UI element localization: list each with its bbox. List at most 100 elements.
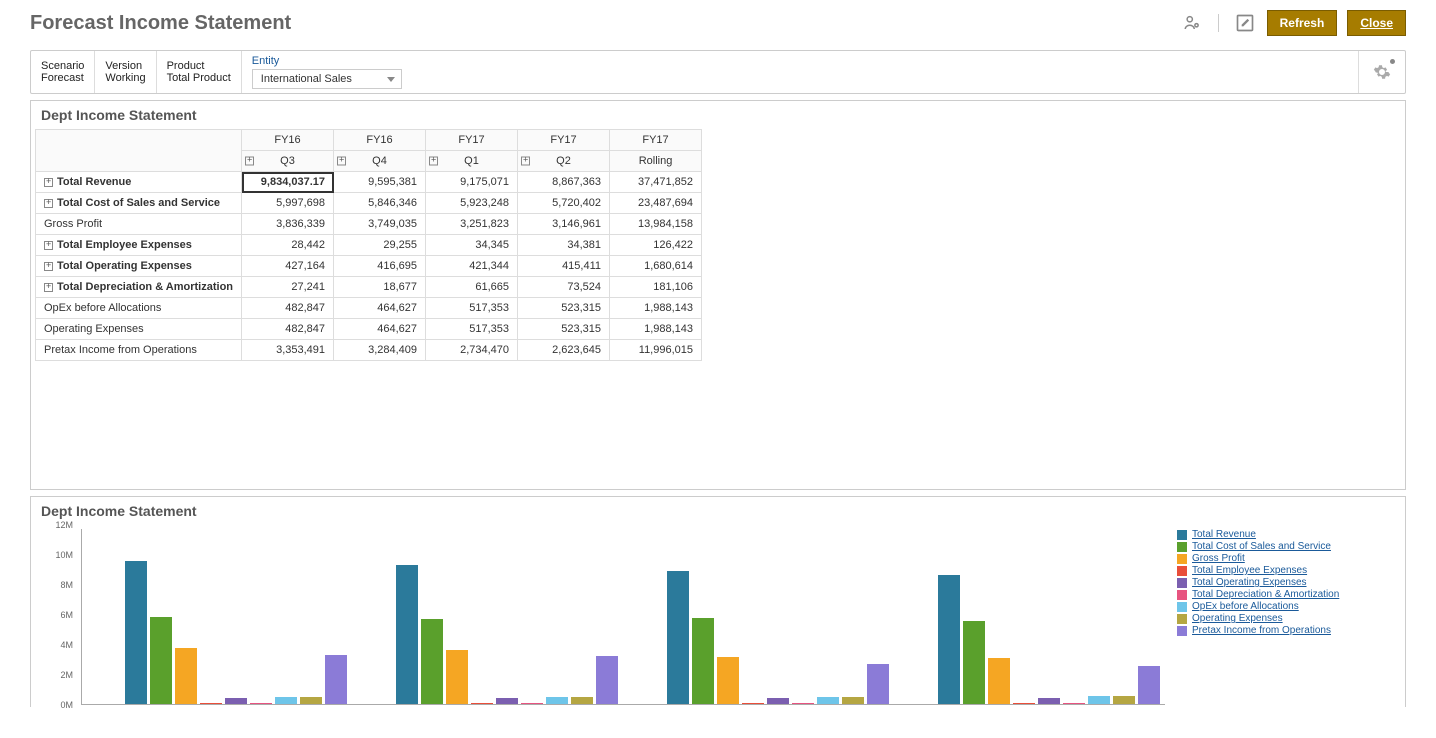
bar[interactable] xyxy=(396,565,418,704)
expand-icon[interactable] xyxy=(44,283,53,292)
bar[interactable] xyxy=(1113,696,1135,704)
user-icon[interactable] xyxy=(1180,11,1204,35)
bar[interactable] xyxy=(521,703,543,704)
col-header-period[interactable]: Rolling xyxy=(610,151,702,172)
grid-cell[interactable]: 8,867,363 xyxy=(518,172,610,193)
entity-dropdown[interactable]: International Sales xyxy=(252,69,402,89)
expand-icon[interactable] xyxy=(245,157,254,166)
legend-item[interactable]: Total Cost of Sales and Service xyxy=(1177,541,1395,553)
grid-cell[interactable]: 517,353 xyxy=(426,298,518,319)
grid-cell[interactable]: 34,381 xyxy=(518,235,610,256)
grid-cell[interactable]: 3,749,035 xyxy=(334,214,426,235)
grid-cell[interactable]: 1,680,614 xyxy=(610,256,702,277)
grid-cell[interactable]: 126,422 xyxy=(610,235,702,256)
bar-group[interactable] xyxy=(396,565,618,704)
grid-cell[interactable]: 5,846,346 xyxy=(334,193,426,214)
col-header-period[interactable]: Q1 xyxy=(426,151,518,172)
legend-label[interactable]: Total Depreciation & Amortization xyxy=(1192,589,1339,601)
grid-cell[interactable]: 3,251,823 xyxy=(426,214,518,235)
bar[interactable] xyxy=(300,697,322,704)
table-row[interactable]: Total Cost of Sales and Service5,997,698… xyxy=(36,193,702,214)
grid-cell[interactable]: 482,847 xyxy=(242,319,334,340)
bar[interactable] xyxy=(325,655,347,704)
table-row[interactable]: OpEx before Allocations482,847464,627517… xyxy=(36,298,702,319)
bar[interactable] xyxy=(125,561,147,704)
bar[interactable] xyxy=(496,698,518,704)
legend-label[interactable]: Operating Expenses xyxy=(1192,613,1283,625)
legend-item[interactable]: OpEx before Allocations xyxy=(1177,601,1395,613)
grid-cell[interactable]: 2,734,470 xyxy=(426,340,518,361)
refresh-button[interactable]: Refresh xyxy=(1267,10,1338,36)
col-header-period[interactable]: Q4 xyxy=(334,151,426,172)
grid-cell[interactable]: 464,627 xyxy=(334,298,426,319)
pov-scenario[interactable]: Scenario Forecast xyxy=(31,51,95,93)
legend-item[interactable]: Operating Expenses xyxy=(1177,613,1395,625)
bar[interactable] xyxy=(767,698,789,704)
expand-icon[interactable] xyxy=(44,199,53,208)
bar[interactable] xyxy=(742,703,764,704)
col-header-fy[interactable]: FY17 xyxy=(518,130,610,151)
grid-cell[interactable]: 28,442 xyxy=(242,235,334,256)
grid-cell[interactable]: 11,996,015 xyxy=(610,340,702,361)
grid-cell[interactable]: 3,353,491 xyxy=(242,340,334,361)
grid-cell[interactable]: 1,988,143 xyxy=(610,298,702,319)
table-row[interactable]: Total Operating Expenses427,164416,69542… xyxy=(36,256,702,277)
table-row[interactable]: Gross Profit3,836,3393,749,0353,251,8233… xyxy=(36,214,702,235)
grid-cell[interactable]: 5,997,698 xyxy=(242,193,334,214)
col-header-fy[interactable]: FY17 xyxy=(610,130,702,151)
legend-label[interactable]: Pretax Income from Operations xyxy=(1192,625,1331,637)
bar[interactable] xyxy=(596,656,618,704)
grid-cell[interactable]: 18,677 xyxy=(334,277,426,298)
grid-cell[interactable]: 427,164 xyxy=(242,256,334,277)
grid-cell[interactable]: 9,834,037.17 xyxy=(242,172,334,193)
chart-plot[interactable]: 0M2M4M6M8M10M12M xyxy=(41,525,1165,705)
legend-label[interactable]: Gross Profit xyxy=(1192,553,1245,565)
col-header-period[interactable]: Q2 xyxy=(518,151,610,172)
legend-item[interactable]: Total Operating Expenses xyxy=(1177,577,1395,589)
legend-label[interactable]: OpEx before Allocations xyxy=(1192,601,1299,613)
expand-icon[interactable] xyxy=(44,241,53,250)
expand-icon[interactable] xyxy=(429,157,438,166)
expand-icon[interactable] xyxy=(337,157,346,166)
grid-cell[interactable]: 5,923,248 xyxy=(426,193,518,214)
pov-product[interactable]: Product Total Product xyxy=(157,51,242,93)
table-row[interactable]: Total Revenue9,834,037.179,595,3819,175,… xyxy=(36,172,702,193)
bar[interactable] xyxy=(546,697,568,704)
bar[interactable] xyxy=(446,650,468,704)
bar[interactable] xyxy=(1088,696,1110,704)
col-header-period[interactable]: Q3 xyxy=(242,151,334,172)
table-row[interactable]: Pretax Income from Operations3,353,4913,… xyxy=(36,340,702,361)
bar-group[interactable] xyxy=(125,561,347,704)
bar[interactable] xyxy=(1138,666,1160,704)
table-row[interactable]: Operating Expenses482,847464,627517,3535… xyxy=(36,319,702,340)
grid-cell[interactable]: 3,146,961 xyxy=(518,214,610,235)
grid-cell[interactable]: 13,984,158 xyxy=(610,214,702,235)
bar[interactable] xyxy=(963,621,985,704)
legend-label[interactable]: Total Revenue xyxy=(1192,529,1256,541)
bar[interactable] xyxy=(421,619,443,704)
grid-cell[interactable]: 5,720,402 xyxy=(518,193,610,214)
legend-item[interactable]: Total Depreciation & Amortization xyxy=(1177,589,1395,601)
expand-icon[interactable] xyxy=(44,178,53,187)
legend-item[interactable]: Pretax Income from Operations xyxy=(1177,625,1395,637)
legend-item[interactable]: Total Employee Expenses xyxy=(1177,565,1395,577)
bar[interactable] xyxy=(867,664,889,704)
bar[interactable] xyxy=(250,703,272,704)
grid-cell[interactable]: 464,627 xyxy=(334,319,426,340)
legend-label[interactable]: Total Cost of Sales and Service xyxy=(1192,541,1331,553)
bar-group[interactable] xyxy=(667,571,889,704)
grid-cell[interactable]: 73,524 xyxy=(518,277,610,298)
bar[interactable] xyxy=(792,703,814,704)
bar[interactable] xyxy=(667,571,689,704)
grid-cell[interactable]: 3,284,409 xyxy=(334,340,426,361)
grid-cell[interactable]: 9,595,381 xyxy=(334,172,426,193)
grid-cell[interactable]: 2,623,645 xyxy=(518,340,610,361)
col-header-fy[interactable]: FY16 xyxy=(334,130,426,151)
close-button[interactable]: Close xyxy=(1347,10,1406,36)
grid-cell[interactable]: 416,695 xyxy=(334,256,426,277)
pov-version[interactable]: Version Working xyxy=(95,51,156,93)
bar[interactable] xyxy=(1038,698,1060,704)
bar[interactable] xyxy=(817,697,839,705)
legend-item[interactable]: Total Revenue xyxy=(1177,529,1395,541)
grid-cell[interactable]: 34,345 xyxy=(426,235,518,256)
